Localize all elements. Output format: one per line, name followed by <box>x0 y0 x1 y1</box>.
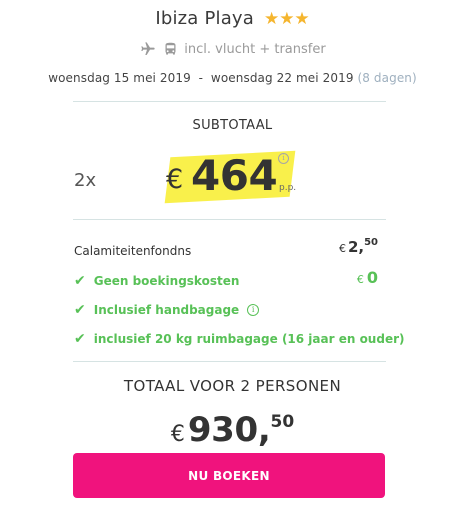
price-currency: € <box>166 164 184 195</box>
feature-hand-luggage: ✔ Inclusief handbagage i <box>74 302 260 318</box>
quantity-label: 2x <box>74 170 97 191</box>
feature-label: Geen boekingskosten <box>93 274 240 288</box>
total-cents: 50 <box>270 412 295 432</box>
fund-cents: 50 <box>364 237 378 248</box>
calamity-fund-amount: €2,50 <box>338 237 378 256</box>
trip-duration: (8 dagen) <box>357 71 417 85</box>
bus-icon <box>163 41 178 57</box>
price-amount: 464 <box>191 151 278 200</box>
hotel-name: Ibiza Playa <box>155 8 255 29</box>
total-label: TOTAAL VOOR 2 PERSONEN <box>123 377 342 395</box>
total-price: €930,50 <box>0 410 465 450</box>
includes-row: incl. vlucht + transfer <box>0 41 465 57</box>
total-amount: 930, <box>187 410 271 450</box>
date-range: woensdag 15 mei 2019 - woensdag 22 mei 2… <box>48 71 354 85</box>
divider <box>73 361 386 362</box>
feature-label: Inclusief handbagage <box>93 303 240 317</box>
subtotal-price: € 464 i p.p. <box>164 148 324 204</box>
divider <box>73 219 386 220</box>
subtotal-label: SUBTOTAAL <box>192 118 273 133</box>
info-icon[interactable]: i <box>247 304 260 316</box>
feature-no-booking-fee: ✔ Geen boekingskosten <box>74 273 239 289</box>
check-icon: ✔ <box>74 273 86 289</box>
star-rating-icon: ★★★ <box>263 9 310 29</box>
booking-fee-currency: € <box>356 273 364 286</box>
info-icon[interactable]: i <box>278 153 289 164</box>
total-currency: € <box>170 422 185 447</box>
calamity-fund-label: Calamiteitenfondns <box>74 244 192 258</box>
includes-text: incl. vlucht + transfer <box>184 41 326 57</box>
divider <box>73 101 386 102</box>
feature-checked-luggage: ✔ inclusief 20 kg ruimbagage (16 jaar en… <box>74 331 404 347</box>
travel-dates: woensdag 15 mei 2019 - woensdag 22 mei 2… <box>0 71 465 85</box>
per-person-label: p.p. <box>279 183 297 193</box>
check-icon: ✔ <box>74 331 86 347</box>
check-icon: ✔ <box>74 302 86 318</box>
book-now-button[interactable]: NU BOEKEN <box>73 453 385 498</box>
booking-fee-amount: €0 <box>357 268 378 287</box>
booking-fee-value: 0 <box>366 268 378 287</box>
plane-icon <box>139 41 157 57</box>
fund-whole: 2, <box>347 238 365 256</box>
feature-label: inclusief 20 kg ruimbagage (16 jaar en o… <box>93 332 405 346</box>
hotel-title: Ibiza Playa ★★★ <box>0 8 465 29</box>
fund-currency: € <box>338 242 346 255</box>
